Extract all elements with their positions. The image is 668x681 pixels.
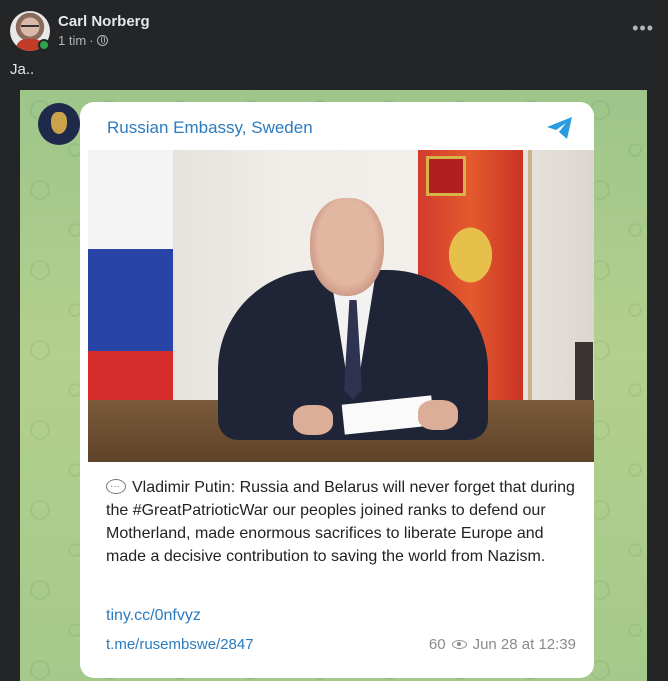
speech-bubble-icon xyxy=(106,475,126,498)
avatar-glasses xyxy=(21,25,39,29)
message-body: Vladimir Putin: Russia and Belarus will … xyxy=(106,479,575,565)
short-link[interactable]: tiny.cc/0nfvyz xyxy=(106,607,201,625)
tme-link[interactable]: t.me/rusembswe/2847 xyxy=(106,636,254,653)
globe-icon[interactable] xyxy=(96,35,108,46)
author-name[interactable]: Carl Norberg xyxy=(58,13,150,30)
post-text: Ja.. xyxy=(10,61,35,78)
post-time[interactable]: 1 tim xyxy=(58,33,86,48)
person-head xyxy=(310,198,384,296)
meta-separator: · xyxy=(89,33,94,48)
more-options-button[interactable]: ••• xyxy=(632,18,654,39)
message-stats: 60 Jun 28 at 12:39 xyxy=(429,636,576,653)
view-count: 60 xyxy=(428,636,446,653)
person-hand-right xyxy=(418,400,458,430)
eye-icon xyxy=(451,640,467,649)
person-hand-left xyxy=(293,405,333,435)
telegram-icon xyxy=(547,117,572,139)
flag-pole xyxy=(528,150,532,410)
telegram-card-header: Russian Embassy, Sweden xyxy=(80,102,594,150)
standard-crest xyxy=(426,156,466,196)
online-status-dot xyxy=(38,39,50,51)
message-date: Jun 28 at 12:39 xyxy=(472,636,576,653)
post-meta: 1 tim · xyxy=(58,33,108,48)
channel-logo-icon xyxy=(38,103,80,145)
standard-eagle xyxy=(443,220,498,290)
message-photo xyxy=(88,150,594,462)
post-header: Carl Norberg 1 tim · ••• Ja.. xyxy=(0,0,668,90)
message-text: Vladimir Putin: Russia and Belarus will … xyxy=(106,475,576,568)
telegram-message-card: Russian Embassy, Sweden ···Vladimir Puti… xyxy=(80,102,594,678)
channel-name: Russian Embassy, Sweden xyxy=(107,118,313,137)
shared-screenshot-image[interactable]: Russian Embassy, Sweden ···Vladimir Puti… xyxy=(20,90,647,681)
